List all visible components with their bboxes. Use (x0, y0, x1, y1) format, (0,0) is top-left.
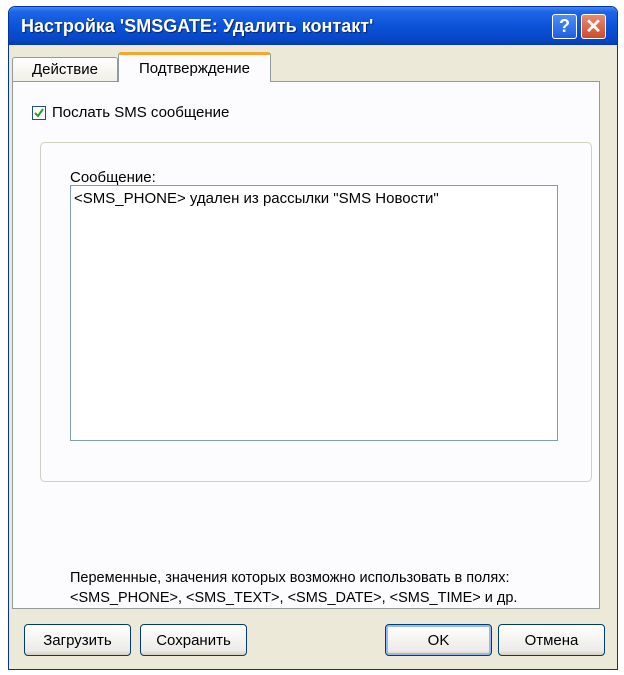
title-bar[interactable]: Настройка 'SMSGATE: Удалить контакт' ? ✕ (9, 7, 617, 45)
send-sms-label: Послать SMS сообщение (52, 104, 230, 121)
variables-hint-line2: <SMS_PHONE>, <SMS_TEXT>, <SMS_DATE>, <SM… (70, 590, 518, 606)
message-label: Сообщение: (70, 169, 156, 186)
help-icon: ? (559, 16, 570, 36)
help-button[interactable]: ? (552, 14, 577, 39)
window-title: Настройка 'SMSGATE: Удалить контакт' (21, 16, 374, 36)
send-sms-row[interactable]: Послать SMS сообщение (32, 104, 229, 121)
load-button[interactable]: Загрузить (24, 624, 131, 656)
ok-button[interactable]: OK (385, 624, 492, 656)
close-button[interactable]: ✕ (581, 14, 606, 39)
message-textarea[interactable]: <SMS_PHONE> удален из рассылки "SMS Ново… (70, 185, 558, 441)
variables-hint-line1: Переменные, значения которых возможно ис… (70, 570, 510, 586)
checkmark-icon (34, 107, 44, 118)
close-icon: ✕ (585, 16, 602, 38)
cancel-button[interactable]: Отмена (498, 624, 605, 656)
tab-action[interactable]: Действие (12, 57, 118, 81)
save-button[interactable]: Сохранить (140, 624, 247, 656)
variables-hint: Переменные, значения которых возможно ис… (70, 568, 517, 608)
send-sms-checkbox[interactable] (32, 105, 46, 120)
tab-confirmation[interactable]: Подтверждение (118, 52, 271, 82)
